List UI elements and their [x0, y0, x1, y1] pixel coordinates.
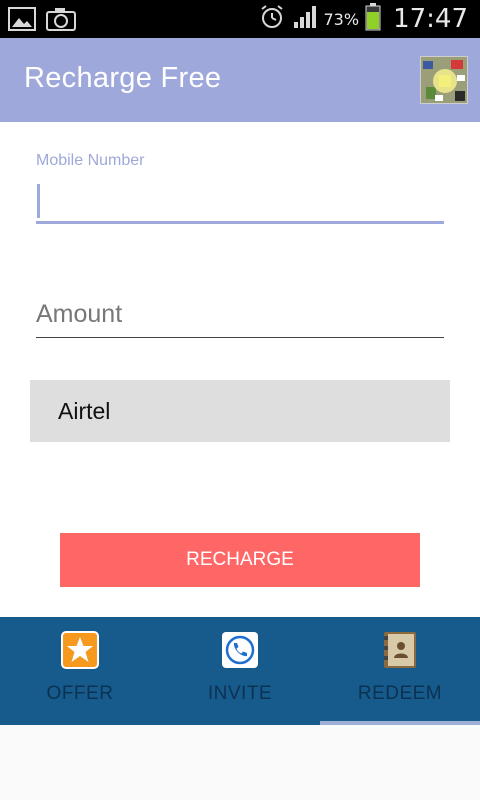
text-cursor	[37, 184, 40, 218]
phone-icon	[221, 631, 259, 669]
status-bar: 73% 17:47	[0, 0, 480, 38]
battery-icon	[365, 3, 381, 35]
amount-input[interactable]	[36, 292, 444, 338]
mobile-number-label: Mobile Number	[36, 152, 145, 169]
operator-selected-value: Airtel	[58, 398, 111, 424]
battery-percent: 73%	[323, 9, 360, 29]
contacts-book-icon	[381, 631, 419, 669]
app-bar: Recharge Free	[0, 38, 480, 122]
operator-select[interactable]: Airtel	[30, 380, 450, 442]
clock: 17:47	[393, 4, 468, 34]
bottom-tab-bar: OFFER INVITE REDEEM	[0, 617, 480, 725]
bottom-empty-area	[0, 725, 480, 800]
app-logo-icon[interactable]	[420, 56, 468, 104]
signal-icon	[292, 5, 318, 33]
tab-offer-label: OFFER	[46, 683, 114, 704]
tab-offer[interactable]: OFFER	[0, 617, 160, 725]
star-icon	[61, 631, 99, 669]
tab-invite[interactable]: INVITE	[160, 617, 320, 725]
app-title: Recharge Free	[24, 62, 222, 94]
mobile-number-input[interactable]	[36, 180, 444, 224]
tab-invite-label: INVITE	[207, 683, 273, 704]
tab-redeem-label: REDEEM	[357, 683, 443, 704]
camera-icon	[46, 6, 76, 36]
tab-redeem[interactable]: REDEEM	[320, 617, 480, 725]
alarm-icon	[258, 3, 286, 35]
image-icon	[8, 6, 36, 36]
recharge-button[interactable]: RECHARGE	[60, 533, 420, 587]
